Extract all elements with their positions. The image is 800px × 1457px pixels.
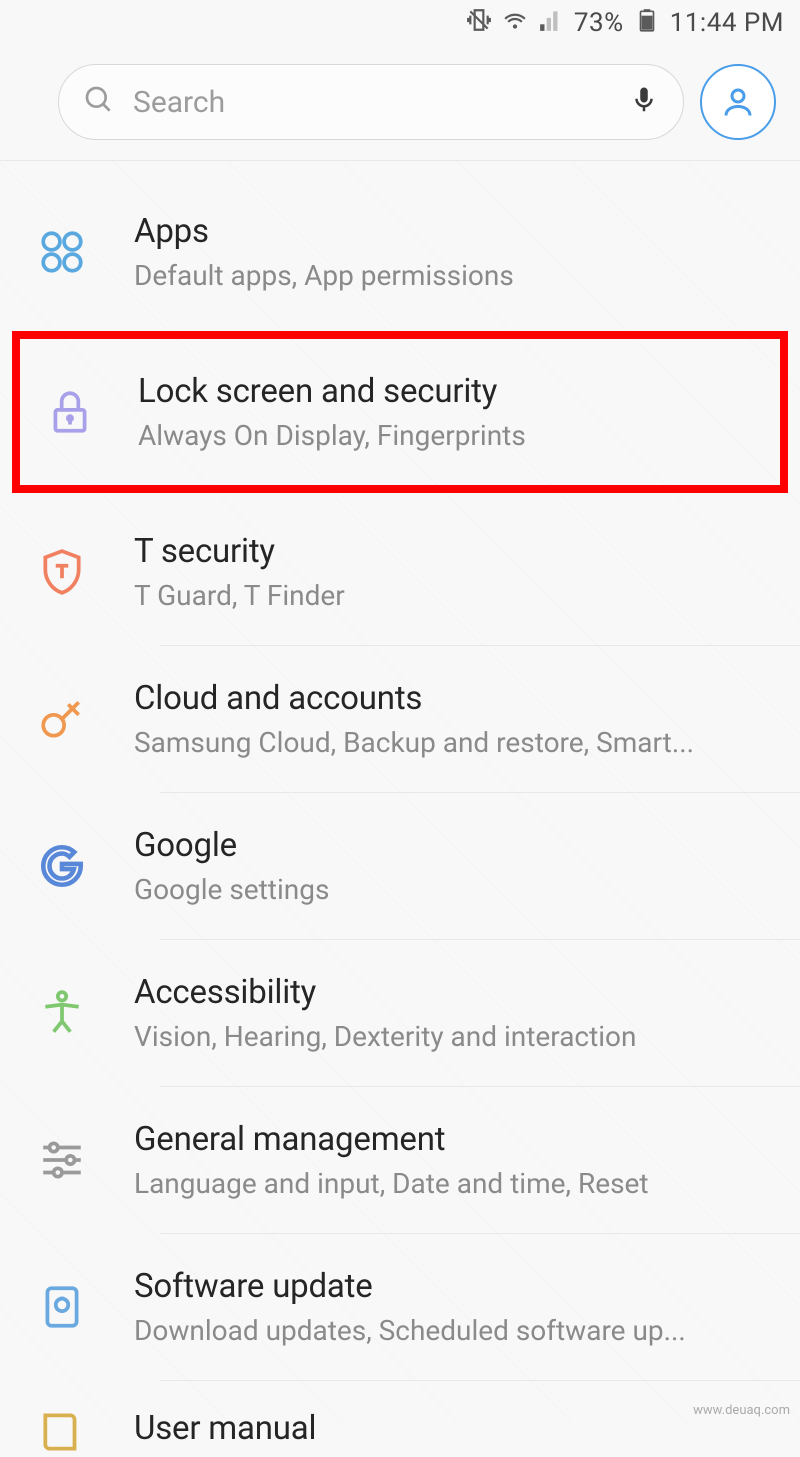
item-desc: T Guard, T Finder — [134, 579, 776, 612]
item-desc: Download updates, Scheduled software up.… — [134, 1314, 776, 1347]
settings-item-cloud-accounts[interactable]: Cloud and accounts Samsung Cloud, Backup… — [0, 646, 800, 792]
mic-icon[interactable] — [629, 83, 659, 121]
item-title: Apps — [134, 212, 776, 251]
item-desc: Always On Display, Fingerprints — [138, 419, 756, 452]
item-desc: Default apps, App permissions — [134, 259, 776, 292]
update-icon — [12, 1282, 112, 1332]
apps-icon — [12, 227, 112, 277]
settings-item-general-management[interactable]: General management Language and input, D… — [0, 1087, 800, 1233]
search-icon — [83, 84, 115, 120]
lock-icon — [24, 387, 116, 437]
google-icon — [12, 841, 112, 891]
settings-item-google[interactable]: Google Google settings — [0, 793, 800, 939]
clock-time: 11:44 PM — [670, 8, 784, 38]
item-title: Google — [134, 826, 776, 865]
item-title: User manual — [134, 1409, 776, 1448]
settings-item-user-manual[interactable]: User manual — [0, 1381, 800, 1457]
source-url: www.deuaq.com — [693, 1403, 790, 1418]
settings-item-software-update[interactable]: Software update Download updates, Schedu… — [0, 1234, 800, 1380]
settings-item-t-security[interactable]: T security T Guard, T Finder — [0, 499, 800, 645]
item-title: Cloud and accounts — [134, 679, 776, 718]
profile-button[interactable] — [700, 64, 776, 140]
item-desc: Vision, Hearing, Dexterity and interacti… — [134, 1020, 776, 1053]
settings-item-accessibility[interactable]: Accessibility Vision, Hearing, Dexterity… — [0, 940, 800, 1086]
vibrate-icon — [466, 7, 492, 40]
item-desc: Language and input, Date and time, Reset — [134, 1167, 776, 1200]
search-placeholder: Search — [133, 85, 611, 120]
book-icon — [12, 1407, 112, 1457]
accessibility-icon — [12, 988, 112, 1038]
status-bar: 73% 11:44 PM — [0, 0, 800, 46]
battery-percent: 73% — [574, 8, 624, 38]
sliders-icon — [12, 1135, 112, 1185]
item-title: Lock screen and security — [138, 372, 756, 411]
item-title: Software update — [134, 1267, 776, 1306]
item-desc: Google settings — [134, 873, 776, 906]
shield-icon — [12, 547, 112, 597]
item-title: General management — [134, 1120, 776, 1159]
wifi-icon — [502, 7, 528, 40]
search-input[interactable]: Search — [58, 64, 684, 140]
battery-icon — [634, 7, 660, 40]
settings-list: Apps Default apps, App permissions Lock … — [0, 161, 800, 1457]
highlight-annotation: Lock screen and security Always On Displ… — [12, 331, 788, 493]
settings-item-apps[interactable]: Apps Default apps, App permissions — [0, 179, 800, 325]
item-title: Accessibility — [134, 973, 776, 1012]
settings-item-lock-screen[interactable]: Lock screen and security Always On Displ… — [20, 339, 780, 485]
search-row: Search — [0, 46, 800, 160]
item-title: T security — [134, 532, 776, 571]
key-icon — [12, 694, 112, 744]
item-desc: Samsung Cloud, Backup and restore, Smart… — [134, 726, 776, 759]
signal-icon — [538, 7, 564, 40]
